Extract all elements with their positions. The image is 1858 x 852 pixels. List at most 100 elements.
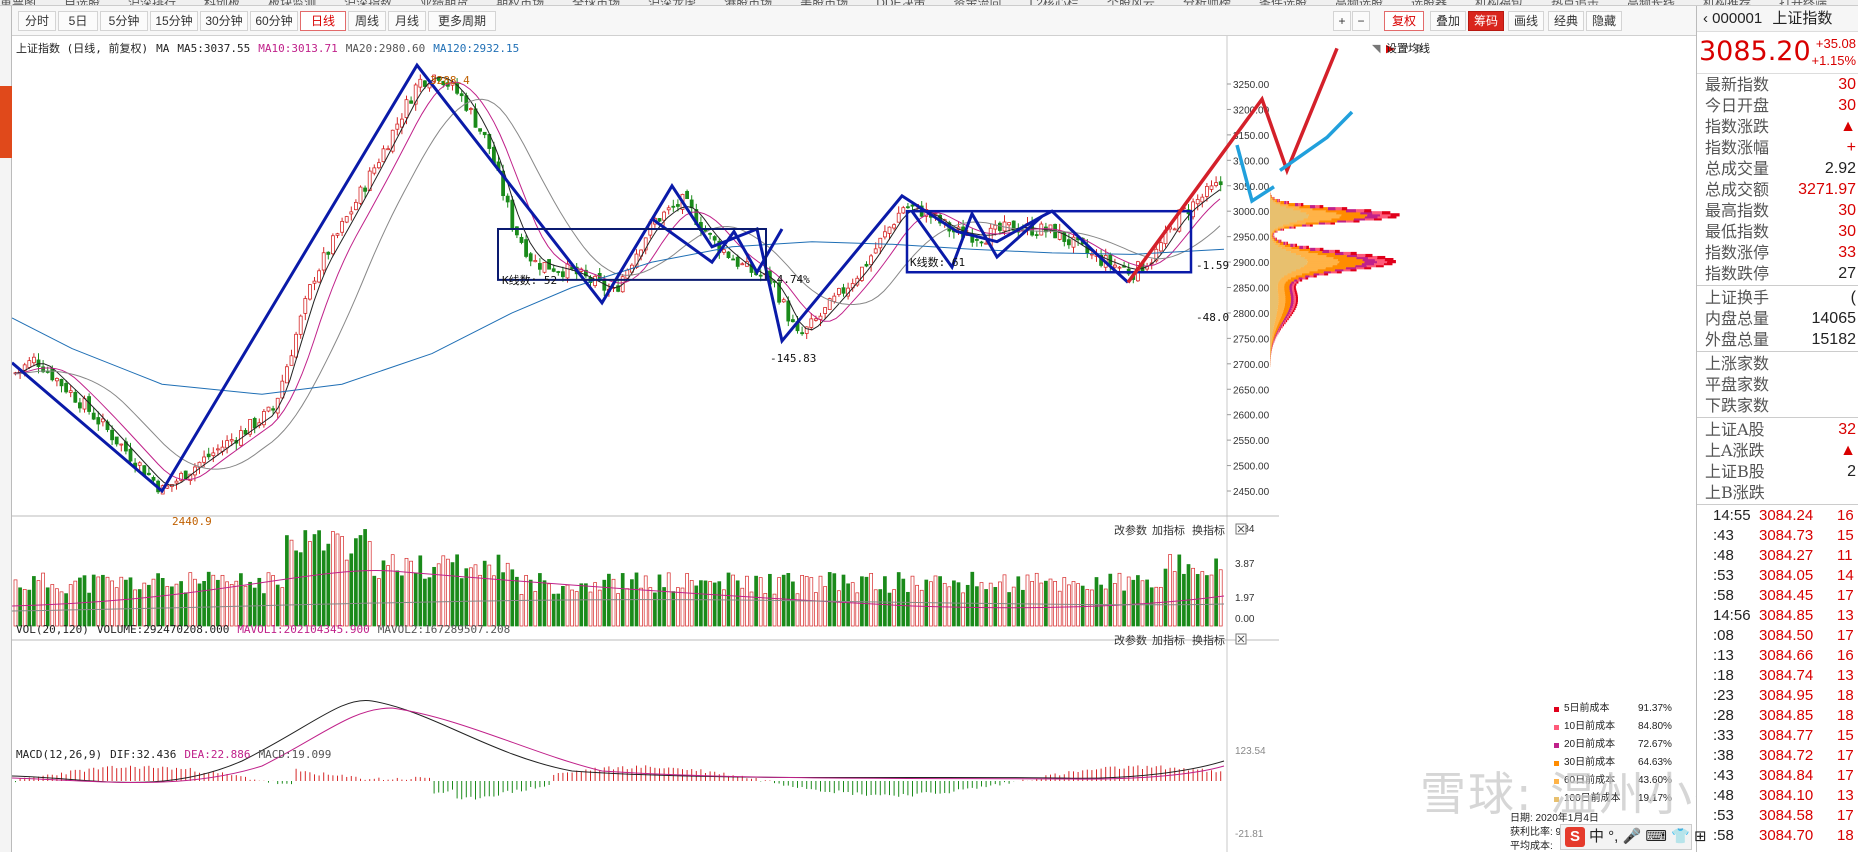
candle-body	[1034, 234, 1039, 236]
chart-area[interactable]: 3250.003200.003150.003100.003050.003000.…	[12, 36, 1696, 852]
volume-bar	[1034, 572, 1039, 627]
cost-bar	[1284, 201, 1287, 205]
panel-tool-button[interactable]: 加指标	[1152, 523, 1185, 537]
period-button[interactable]: 月线	[388, 11, 426, 31]
candle-body	[1205, 186, 1209, 197]
toolbar-button[interactable]: 经典	[1548, 11, 1584, 31]
period-button[interactable]: 60分钟	[250, 11, 298, 31]
chart-tool-icon[interactable]: ◥	[1372, 43, 1381, 55]
candle-body	[381, 148, 386, 163]
cost-bar	[1299, 245, 1304, 249]
indicator-value: MAVOL2:167289507.208	[377, 623, 511, 636]
volume-bar	[699, 580, 703, 627]
period-button[interactable]: 分时	[18, 11, 56, 31]
quote-field-label: 总成交额	[1705, 180, 1770, 199]
tick-time: :18	[1713, 667, 1734, 684]
left-strip-active-marker[interactable]	[0, 86, 12, 158]
volume-bar	[128, 577, 133, 627]
cost-bar	[1279, 239, 1281, 243]
panel-tool-button[interactable]: 改参数	[1114, 523, 1147, 537]
period-button[interactable]: 周线	[348, 11, 386, 31]
period-button[interactable]: 15分钟	[150, 11, 198, 31]
volume-bar	[1103, 588, 1108, 627]
ime-toolbar[interactable]: S中 °, 🎤 ⌨ 👕 ⊞	[1560, 824, 1707, 850]
candle-body	[809, 318, 814, 328]
candle-body	[363, 187, 368, 192]
volume-bar	[625, 588, 630, 627]
cost-bar	[1365, 253, 1373, 258]
candle-body	[1067, 239, 1071, 246]
quote-field-row: 今日开盘 30	[1697, 95, 1858, 116]
volume-bar	[409, 560, 413, 627]
cost-bar	[1275, 237, 1276, 241]
toolbar-button[interactable]: −	[1352, 11, 1370, 31]
candle-body	[1214, 182, 1218, 187]
volume-bar	[551, 593, 556, 627]
tick-time: :58	[1713, 827, 1734, 844]
candle-body	[689, 199, 694, 209]
volume-bar	[970, 571, 975, 627]
legend-swatch	[1554, 725, 1559, 730]
candle-body	[832, 295, 837, 302]
quote-field-value: 30	[1838, 202, 1856, 219]
volume-bar	[308, 541, 312, 627]
volume-bar	[202, 581, 206, 627]
panel-tool-button[interactable]: 改参数	[1114, 633, 1147, 647]
candle-body	[722, 249, 726, 253]
chart-annotation: -145.83	[770, 352, 816, 365]
quote-field-label: 今日开盘	[1705, 96, 1770, 115]
period-button[interactable]: 更多周期	[428, 11, 496, 31]
candle-body	[1113, 264, 1117, 268]
volume-bar	[929, 581, 933, 627]
candle-body	[215, 448, 220, 451]
panel-tool-button[interactable]: 加指标	[1152, 633, 1185, 647]
panel-tool-button[interactable]: 换指标	[1192, 523, 1225, 537]
quote-field-label: 平盘家数	[1705, 375, 1770, 394]
period-button[interactable]: 5日	[58, 11, 98, 31]
volume-bar	[745, 575, 749, 627]
toolbar-button[interactable]: +	[1333, 11, 1351, 31]
period-button[interactable]: 日线	[300, 11, 346, 31]
volume-bar	[1154, 586, 1159, 627]
volume-bar	[326, 543, 331, 627]
cost-bar	[1364, 209, 1372, 213]
period-button[interactable]: 30分钟	[200, 11, 248, 31]
settings-ma-button[interactable]: 设置均线	[1386, 40, 1430, 56]
panel-tool-button[interactable]: 换指标	[1192, 633, 1225, 647]
indicator-value: VOLUME:292470208.000	[96, 623, 230, 636]
y-tick-label: 3000.00	[1233, 207, 1270, 218]
volume-bar	[593, 582, 597, 627]
quote-field-value: 30	[1838, 97, 1856, 114]
tick-volume: 15	[1837, 727, 1854, 744]
toolbar-button[interactable]: 筹码	[1468, 11, 1504, 31]
toolbar-button[interactable]: 隐藏	[1586, 11, 1622, 31]
tick-list[interactable]: 14:55 3084.24 16:43 3084.73 15:48 3084.27 11:5…	[1697, 506, 1858, 846]
candle-body	[873, 248, 878, 254]
volume-bar	[32, 576, 36, 627]
volume-bar	[565, 584, 570, 627]
toolbar-button[interactable]: 复权	[1384, 11, 1424, 31]
tick-price: 3084.84	[1759, 767, 1814, 784]
cost-bar	[1327, 207, 1336, 211]
cost-bar	[1277, 198, 1279, 203]
tick-volume: 13	[1837, 667, 1854, 684]
toolbar-button[interactable]: 叠加	[1430, 11, 1466, 31]
volume-bar	[294, 550, 298, 627]
cost-bar	[1288, 203, 1295, 207]
candle-body	[528, 253, 533, 262]
chart-background	[12, 36, 1696, 852]
volume-bar	[450, 562, 455, 627]
volume-bar	[239, 573, 243, 627]
period-button[interactable]: 5分钟	[100, 11, 148, 31]
chevron-left-icon[interactable]: ‹	[1703, 10, 1712, 27]
candle-body	[1195, 199, 1200, 205]
toolbar-button[interactable]: 画线	[1508, 11, 1544, 31]
candle-body	[510, 199, 515, 228]
cost-bar	[1315, 205, 1320, 209]
candle-body	[837, 288, 841, 295]
volume-bar	[1214, 558, 1218, 627]
volume-bar	[501, 572, 505, 627]
volume-bar	[570, 589, 574, 627]
volume-bar	[459, 578, 464, 627]
volume-bar	[55, 588, 59, 627]
